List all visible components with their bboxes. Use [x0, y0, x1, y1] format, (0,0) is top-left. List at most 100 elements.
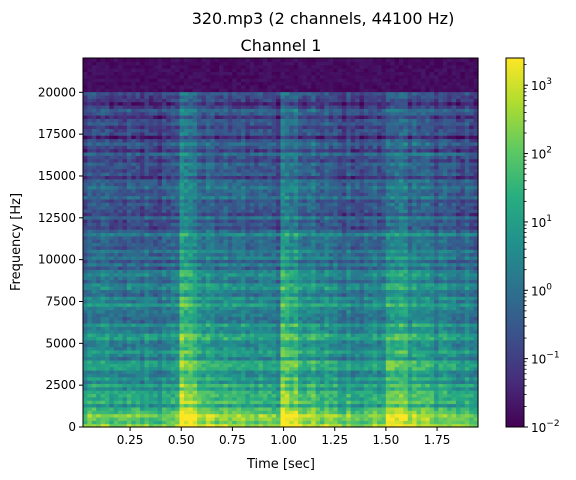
spectrogram-cell — [192, 58, 198, 62]
spectrogram-cell — [258, 396, 264, 401]
spectrogram-cell — [192, 262, 198, 267]
spectrogram-cell — [258, 359, 264, 364]
spectrogram-cell — [91, 386, 97, 391]
spectrogram-cell — [210, 151, 216, 156]
spectrogram-cell — [118, 269, 124, 274]
spectrogram-cell — [201, 323, 207, 327]
spectrogram-cell — [100, 182, 106, 187]
spectrogram-cell — [276, 232, 282, 237]
spectrogram-cell — [236, 165, 242, 170]
spectrogram-cell — [219, 396, 225, 401]
spectrogram-cell — [236, 292, 242, 297]
spectrogram-cell — [262, 299, 268, 304]
spectrogram-cell — [201, 292, 207, 297]
spectrogram-cell — [183, 128, 189, 133]
spectrogram-cell — [83, 182, 88, 187]
spectrogram-cell — [166, 403, 172, 408]
spectrogram-cell — [153, 386, 159, 391]
spectrogram-cell — [91, 84, 97, 89]
spectrogram-cell — [219, 286, 225, 291]
spectrogram-cell — [148, 299, 154, 304]
spectrogram-cell — [214, 101, 220, 106]
spectrogram-cell — [153, 121, 159, 126]
spectrogram-cell — [280, 396, 286, 401]
spectrogram-cell — [276, 262, 282, 267]
spectrogram-cell — [262, 249, 268, 254]
spectrogram-cell — [223, 232, 229, 237]
spectrogram-cell — [166, 138, 172, 143]
spectrogram-cell — [227, 336, 233, 341]
spectrogram-cell — [179, 151, 185, 156]
spectrogram-cell — [219, 182, 225, 187]
spectrogram-cell — [245, 306, 251, 311]
spectrogram-cell — [205, 151, 211, 156]
spectrogram-cell — [153, 58, 159, 62]
spectrogram-cell — [241, 286, 246, 291]
spectrogram-cell — [113, 292, 119, 297]
spectrogram-cell — [144, 416, 150, 421]
spectrogram-cell — [241, 239, 246, 244]
spectrogram-cell — [254, 329, 260, 334]
spectrogram-cell — [83, 212, 88, 217]
spectrogram-cell — [241, 276, 246, 280]
spectrogram-cell — [104, 323, 110, 327]
spectrogram-cell — [113, 212, 119, 217]
spectrogram-cell — [197, 101, 203, 106]
spectrogram-cell — [183, 262, 189, 267]
spectrogram-cell — [109, 239, 115, 244]
spectrogram-cell — [157, 175, 163, 180]
spectrogram-cell — [210, 239, 216, 244]
spectrogram-cell — [126, 195, 132, 200]
spectrogram-cell — [104, 175, 110, 180]
spectrogram-cell — [83, 78, 88, 83]
spectrogram-cell — [223, 373, 229, 378]
spectrogram-cell — [258, 64, 264, 69]
spectrogram-cell — [91, 366, 97, 371]
spectrogram-cell — [126, 323, 132, 327]
spectrogram-cell — [126, 359, 132, 364]
spectrogram-cell — [276, 239, 282, 244]
spectrogram-cell — [223, 239, 229, 244]
spectrogram-cell — [188, 410, 194, 415]
spectrogram-cell — [183, 366, 189, 371]
spectrogram-cell — [188, 128, 194, 133]
spectrogram-cell — [104, 101, 110, 106]
spectrogram-cell — [188, 108, 194, 113]
spectrogram-cell — [192, 128, 198, 133]
spectrogram-cell — [219, 188, 225, 193]
spectrogram-cell — [223, 165, 229, 170]
spectrogram-cell — [113, 262, 119, 267]
spectrogram-cell — [126, 71, 132, 76]
spectrogram-cell — [113, 255, 119, 260]
spectrogram-cell — [201, 380, 207, 384]
spectrogram-cell — [227, 84, 233, 89]
spectrogram-cell — [254, 78, 260, 83]
spectrogram-cell — [214, 373, 220, 378]
spectrogram-cell — [227, 380, 233, 384]
spectrogram-cell — [210, 380, 216, 384]
spectrogram-cell — [183, 373, 189, 378]
spectrogram-cell — [201, 182, 207, 187]
spectrogram-cell — [183, 239, 189, 244]
spectrogram-cell — [83, 312, 88, 317]
spectrogram-cell — [271, 151, 277, 156]
spectrogram-cell — [126, 202, 132, 207]
spectrogram-cell — [219, 58, 225, 62]
spectrogram-cell — [192, 239, 198, 244]
spectrogram-cell — [104, 292, 110, 297]
spectrogram-cell — [183, 78, 189, 83]
spectrogram-cell — [148, 175, 154, 180]
spectrogram-cell — [122, 306, 128, 311]
spectrogram-cell — [197, 71, 203, 76]
spectrogram-cell — [96, 115, 102, 119]
spectrogram-cell — [135, 396, 141, 401]
spectrogram-cell — [135, 255, 141, 260]
spectrogram-cell — [135, 329, 141, 334]
spectrogram-cell — [113, 121, 119, 126]
spectrogram-cell — [227, 145, 233, 150]
spectrogram-cell — [179, 71, 185, 76]
spectrogram-cell — [271, 84, 277, 89]
spectrogram-cell — [96, 255, 102, 260]
spectrogram-cell — [157, 343, 163, 348]
spectrogram-cell — [188, 323, 194, 327]
